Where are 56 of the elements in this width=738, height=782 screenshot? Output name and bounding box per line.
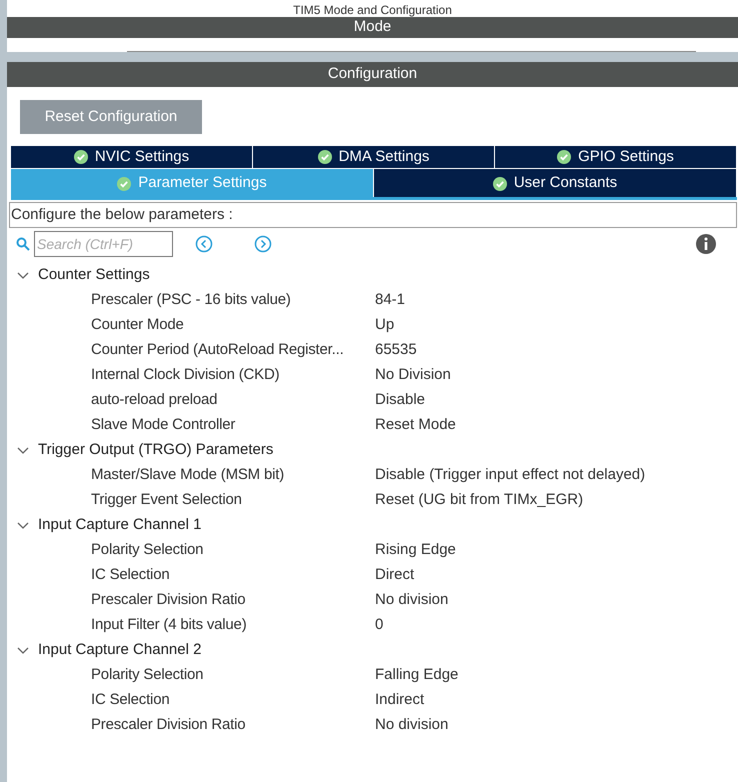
tree-group[interactable]: Trigger Output (TRGO) Parameters (7, 438, 738, 463)
parameter-value[interactable]: Disable (Trigger input effect not delayed) (375, 464, 646, 487)
chevron-down-icon[interactable] (17, 522, 29, 530)
parameter-value[interactable]: No Division (375, 364, 451, 387)
chevron-down-icon[interactable] (17, 272, 29, 280)
info-icon[interactable] (696, 234, 716, 254)
parameter-value[interactable]: Falling Edge (375, 664, 458, 687)
parameter-name: IC Selection (91, 565, 170, 586)
parameter-name: Prescaler Division Ratio (91, 590, 246, 610)
chevron-down-icon[interactable] (17, 446, 29, 454)
tab[interactable]: NVIC Settings (11, 146, 253, 169)
parameter-value[interactable]: Up (375, 314, 394, 337)
parameter-value[interactable]: 0 (375, 614, 384, 637)
tab[interactable]: DMA Settings (253, 146, 495, 169)
parameter-name: Counter Mode (91, 315, 185, 336)
parameter-value[interactable]: Disable (375, 389, 426, 412)
parameter-name: Polarity Selection (91, 665, 204, 686)
check-circle-icon (318, 150, 332, 164)
check-circle-icon (74, 150, 88, 164)
previous-icon[interactable] (195, 235, 213, 253)
parameter-value[interactable]: 84-1 (375, 289, 406, 312)
parameter-value[interactable]: Reset Mode (375, 414, 456, 437)
parameter-value[interactable]: Indirect (375, 689, 424, 712)
parameter-value[interactable]: No division (375, 714, 448, 737)
parameter-name: Input Filter (4 bits value) (91, 615, 248, 636)
tab[interactable]: GPIO Settings (495, 146, 737, 169)
panel-header: Configuration (7, 62, 738, 87)
next-icon[interactable] (254, 235, 272, 253)
parameter-value[interactable]: 65535 (375, 339, 417, 362)
parameter-name: auto-reload preload (91, 390, 218, 410)
parameter-value[interactable]: No division (375, 589, 448, 612)
parameter-name: Counter Period (AutoReload Register... (91, 340, 345, 360)
description-text: Configure the below parameters : (9, 202, 737, 228)
parameter-name: Prescaler Division Ratio (91, 715, 246, 736)
tree-group[interactable]: Input Capture Channel 1 (7, 513, 738, 538)
parameter-name: Internal Clock Division (CKD) (91, 365, 280, 386)
check-circle-icon (117, 176, 132, 190)
parameter-value[interactable]: Reset (UG bit from TIMx_EGR) (375, 489, 584, 512)
tree-group[interactable]: Input Capture Channel 2 (7, 638, 738, 663)
parameter-name: Trigger Event Selection (91, 490, 243, 510)
check-circle-icon (557, 150, 572, 164)
window-title: TIM5 Mode and Configuration (293, 3, 452, 17)
search-icon (16, 237, 30, 251)
parameter-name: Slave Mode Controller (91, 415, 236, 436)
panel-header: Mode (7, 17, 738, 38)
parameter-value[interactable]: Rising Edge (375, 539, 456, 562)
parameter-name: Master/Slave Mode (MSM bit) (91, 465, 285, 486)
parameter-name: IC Selection (91, 690, 170, 710)
parameter-name: Prescaler (PSC - 16 bits value) (91, 290, 292, 310)
parameter-name: Polarity Selection (91, 540, 204, 560)
check-circle-icon (492, 176, 507, 190)
search-field[interactable]: Search (Ctrl+F) (34, 231, 173, 257)
tab[interactable]: User Constants (374, 169, 737, 197)
chevron-down-icon[interactable] (17, 646, 29, 654)
tree-group[interactable]: Counter Settings (7, 263, 738, 288)
parameter-value[interactable]: Direct (375, 564, 414, 587)
